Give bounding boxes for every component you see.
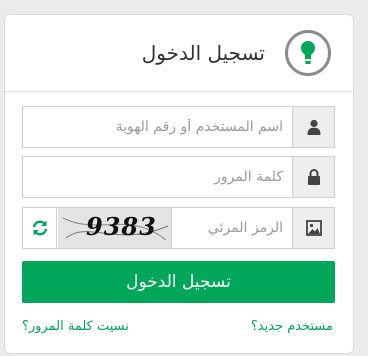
captcha-text: 9383	[86, 212, 157, 241]
password-field-group	[22, 156, 335, 198]
new-user-link[interactable]: مستخدم جديد؟	[251, 319, 333, 334]
login-button[interactable]: تسجيل الدخول	[22, 261, 335, 303]
image-icon	[305, 220, 322, 236]
captcha-field-group: 9383	[22, 207, 335, 249]
user-icon	[307, 119, 320, 135]
username-addon	[292, 107, 334, 147]
captcha-input[interactable]	[173, 208, 293, 248]
captcha-addon	[292, 208, 334, 248]
refresh-icon	[32, 220, 47, 236]
password-input[interactable]	[23, 157, 293, 197]
forgot-password-link[interactable]: نسيت كلمة المرور؟	[22, 319, 129, 334]
page-title: تسجيل الدخول	[141, 41, 265, 65]
username-input[interactable]	[23, 107, 293, 147]
password-addon	[292, 157, 334, 197]
keyhole-icon	[301, 41, 315, 64]
lock-icon	[307, 169, 320, 185]
captcha-image: 9383	[58, 208, 172, 248]
username-field-group	[22, 106, 335, 148]
logo	[285, 30, 331, 76]
login-header: تسجيل الدخول	[5, 15, 353, 92]
login-card: تسجيل الدخول اسم المستخدم أو رقم الهوية …	[4, 14, 354, 354]
captcha-refresh-button[interactable]	[23, 208, 57, 248]
